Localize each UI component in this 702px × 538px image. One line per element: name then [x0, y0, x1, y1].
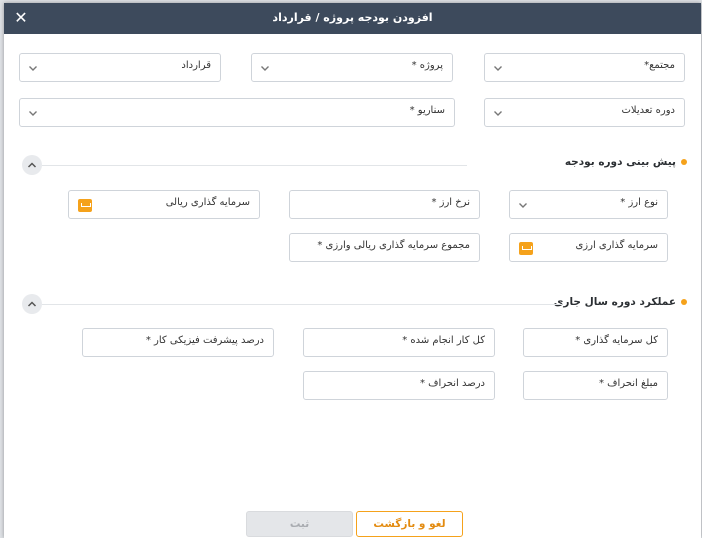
- performance-section-title-text: عملکرد دوره سال جاری: [553, 296, 676, 308]
- submit-button[interactable]: ثبت: [246, 511, 353, 537]
- chevron-down-icon: [494, 66, 502, 71]
- calculator-icon[interactable]: [78, 199, 92, 212]
- bullet-icon: [681, 299, 687, 305]
- section-divider: [42, 165, 467, 166]
- deviation-percent-input[interactable]: درصد انحراف *: [303, 371, 495, 400]
- deviation-amount-label: مبلغ انحراف *: [598, 378, 658, 389]
- chevron-down-icon: [261, 66, 269, 71]
- cancel-button[interactable]: لغو و بازگشت: [356, 511, 463, 537]
- calculator-icon[interactable]: [519, 242, 533, 255]
- adjustment-period-label: دوره تعدیلات: [621, 105, 675, 116]
- total-investment-field-label: کل سرمایه گذاری *: [575, 335, 658, 346]
- exchange-rate-input[interactable]: نرخ ارز *: [289, 190, 480, 219]
- dialog-title: افزودن بودجه پروژه / قرارداد: [272, 11, 433, 24]
- collapse-forecast-button[interactable]: [22, 155, 42, 175]
- chevron-down-icon: [29, 66, 37, 71]
- dialog-header: افزودن بودجه پروژه / قرارداد ✕: [4, 3, 701, 34]
- project-select[interactable]: پروژه *: [251, 53, 453, 82]
- close-icon[interactable]: ✕: [12, 8, 30, 28]
- currency-investment-input[interactable]: سرمایه گذاری ارزی: [509, 233, 668, 262]
- total-work-done-input[interactable]: کل کار انجام شده *: [303, 328, 495, 357]
- deviation-amount-input[interactable]: مبلغ انحراف *: [523, 371, 668, 400]
- forecast-section-title-text: پیش بینی دوره بودجه: [564, 156, 676, 168]
- exchange-rate-label: نرخ ارز *: [431, 197, 470, 208]
- bullet-icon: [681, 159, 687, 165]
- complex-label: مجتمع*: [644, 60, 675, 71]
- chevron-down-icon: [494, 111, 502, 116]
- currency-type-label: نوع ارز *: [620, 197, 658, 208]
- total-work-done-label: کل کار انجام شده *: [402, 335, 485, 346]
- contract-select[interactable]: قرارداد: [19, 53, 221, 82]
- scenario-select[interactable]: سناریو *: [19, 98, 455, 127]
- collapse-performance-button[interactable]: [22, 294, 42, 314]
- section-divider: [42, 304, 562, 305]
- total-investment-field[interactable]: کل سرمایه گذاری *: [523, 328, 668, 357]
- complex-select[interactable]: مجتمع*: [484, 53, 685, 82]
- physical-progress-label: درصد پیشرفت فیزیکی کار *: [145, 335, 264, 346]
- rial-investment-label: سرمایه گذاری ریالی: [165, 197, 250, 208]
- chevron-up-icon: [27, 162, 37, 168]
- currency-investment-label: سرمایه گذاری ارزی: [575, 240, 658, 251]
- contract-label: قرارداد: [181, 60, 211, 71]
- scenario-label: سناریو *: [409, 105, 445, 116]
- adjustment-period-select[interactable]: دوره تعدیلات: [484, 98, 685, 127]
- project-label: پروژه *: [411, 60, 443, 71]
- forecast-section-header: پیش بینی دوره بودجه: [447, 156, 687, 172]
- chevron-down-icon: [519, 203, 527, 208]
- currency-type-select[interactable]: نوع ارز *: [509, 190, 668, 219]
- chevron-up-icon: [27, 301, 37, 307]
- physical-progress-input[interactable]: درصد پیشرفت فیزیکی کار *: [82, 328, 274, 357]
- forecast-section-title: پیش بینی دوره بودجه: [565, 156, 687, 168]
- total-investment-label: مجموع سرمایه گذاری ریالی وارزی *: [317, 240, 470, 251]
- deviation-percent-label: درصد انحراف *: [419, 378, 485, 389]
- total-investment-input[interactable]: مجموع سرمایه گذاری ریالی وارزی *: [289, 233, 480, 262]
- chevron-down-icon: [29, 111, 37, 116]
- budget-dialog: افزودن بودجه پروژه / قرارداد ✕ مجتمع* پر…: [4, 3, 701, 538]
- performance-section-title: عملکرد دوره سال جاری: [554, 296, 687, 308]
- rial-investment-input[interactable]: سرمایه گذاری ریالی: [68, 190, 260, 219]
